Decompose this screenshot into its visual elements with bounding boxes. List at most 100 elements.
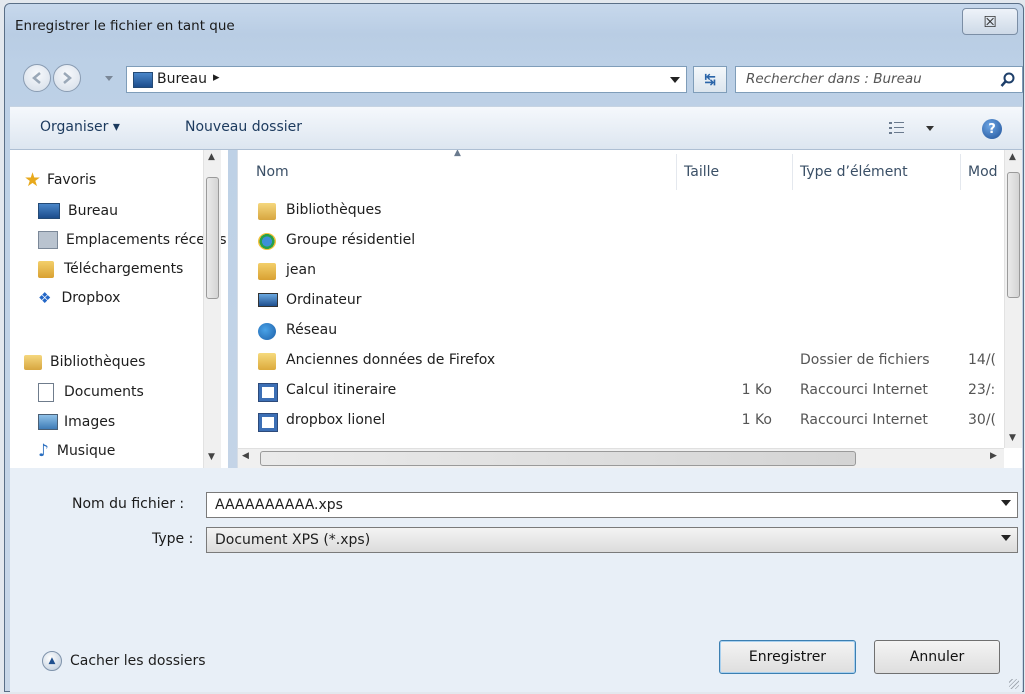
horizontal-scroll-thumb[interactable] (260, 451, 856, 466)
resize-grip-icon[interactable] (1009, 679, 1019, 689)
forward-arrow-icon (63, 72, 72, 84)
new-folder-button[interactable]: Nouveau dossier (185, 119, 302, 135)
column-divider[interactable] (676, 154, 677, 190)
filename-field[interactable]: AAAAAAAAAA.xps (206, 492, 1018, 518)
column-header-name[interactable]: Nom (256, 164, 289, 180)
navigation-pane: ★ Favoris Bureau Emplacements récents Té… (10, 150, 228, 468)
close-button[interactable]: ☒ (962, 8, 1018, 35)
nav-libraries[interactable]: Bibliothèques (24, 351, 145, 373)
scroll-up-icon: ▲ (208, 152, 215, 162)
library-icon (24, 354, 42, 370)
filetype-dropdown-icon[interactable] (1001, 535, 1011, 541)
file-row[interactable]: dropbox lionel 1 Ko Raccourci Internet 3… (254, 409, 1014, 435)
file-name: Réseau (286, 322, 338, 338)
nav-item-downloads[interactable]: Téléchargements (38, 258, 183, 280)
column-divider[interactable] (792, 154, 793, 190)
nav-item-documents[interactable]: Documents (38, 381, 144, 403)
file-list-vertical-scrollbar[interactable]: ▲ ▼ (1004, 150, 1022, 448)
nav-item-label: Musique (56, 443, 116, 459)
search-input[interactable]: Rechercher dans : Bureau (735, 66, 1023, 93)
nav-favorites-label: Favoris (47, 172, 97, 188)
dialog-title: Enregistrer le fichier en tant que (15, 18, 235, 34)
music-icon: ♪ (38, 441, 49, 461)
save-dialog: Enregistrer le fichier en tant que ☒ Bur… (4, 3, 1024, 692)
search-icon (1000, 72, 1015, 87)
address-location[interactable]: Bureau (157, 71, 207, 87)
cancel-button[interactable]: Annuler (874, 640, 1000, 674)
file-list: ▲ Nom Taille Type d’élément Modifié le B… (237, 150, 1022, 468)
navigation-scrollbar[interactable]: ▲ ▼ (203, 150, 221, 468)
downloads-icon (38, 260, 54, 278)
scroll-right-icon: ▶ (990, 451, 997, 461)
command-bar: Organiser ▾ Nouveau dossier (10, 106, 1022, 150)
column-header-type[interactable]: Type d’élément (800, 164, 908, 180)
filename-label: Nom du fichier : (72, 496, 185, 512)
refresh-icon: ↹ (704, 71, 716, 88)
column-divider[interactable] (960, 154, 961, 190)
file-type: Raccourci Internet (800, 382, 928, 398)
help-icon: ? (988, 121, 996, 137)
filename-value: AAAAAAAAAA.xps (215, 497, 343, 513)
navigation-scroll-thumb[interactable] (206, 177, 219, 299)
address-bar[interactable]: Bureau ▸ (126, 66, 687, 93)
filetype-select[interactable]: Document XPS (*.xps) (206, 527, 1018, 553)
collapse-icon: ▲ (42, 651, 62, 671)
view-options-button[interactable] (888, 117, 936, 139)
hide-folders-label: Cacher les dossiers (70, 653, 206, 669)
breadcrumb-arrow-icon[interactable]: ▸ (213, 70, 220, 85)
nav-item-dropbox[interactable]: ❖ Dropbox (38, 287, 120, 309)
file-name: Calcul itineraire (286, 382, 397, 398)
network-icon (258, 323, 276, 340)
filetype-value: Document XPS (*.xps) (215, 532, 371, 548)
nav-libraries-label: Bibliothèques (50, 354, 146, 370)
file-row[interactable]: Bibliothèques (254, 199, 1014, 225)
file-list-scroll-thumb[interactable] (1007, 172, 1020, 298)
hide-folders-toggle[interactable]: ▲ Cacher les dossiers (42, 650, 206, 672)
scroll-down-icon: ▼ (208, 452, 215, 462)
file-name: dropbox lionel (286, 412, 386, 428)
file-date: 14/( (968, 352, 996, 368)
nav-item-music[interactable]: ♪ Musique (38, 440, 115, 462)
dialog-footer: Nom du fichier : AAAAAAAAAA.xps Type : D… (10, 468, 1022, 692)
file-type: Dossier de fichiers (800, 352, 930, 368)
file-row[interactable]: Groupe résidentiel (254, 229, 1014, 255)
view-list-icon (889, 122, 904, 134)
file-row[interactable]: Anciennes données de Firefox Dossier de … (254, 349, 1014, 375)
file-row[interactable]: Calcul itineraire 1 Ko Raccourci Interne… (254, 379, 1014, 405)
desktop-icon (38, 203, 60, 219)
nav-item-label: Documents (64, 384, 144, 400)
forward-button[interactable] (53, 64, 81, 92)
save-button[interactable]: Enregistrer (719, 640, 856, 674)
file-size: 1 Ko (741, 412, 772, 428)
organize-button[interactable]: Organiser ▾ (40, 119, 120, 135)
refresh-button[interactable]: ↹ (693, 66, 727, 93)
internet-shortcut-icon (258, 383, 278, 402)
documents-icon (38, 382, 54, 402)
filename-dropdown-icon[interactable] (1001, 500, 1011, 506)
type-label: Type : (152, 531, 194, 547)
scroll-down-icon: ▼ (1009, 433, 1016, 443)
address-dropdown-icon[interactable] (670, 77, 680, 83)
help-button[interactable]: ? (982, 119, 1002, 139)
file-row[interactable]: jean (254, 259, 1014, 285)
file-list-horizontal-scrollbar[interactable]: ◀ ▶ (238, 448, 1004, 468)
view-dropdown-icon (926, 126, 934, 131)
back-button[interactable] (23, 64, 51, 92)
recent-locations-dropdown[interactable] (105, 76, 113, 81)
file-date: 30/( (968, 412, 996, 428)
column-header-modified[interactable]: Modifié le (968, 164, 998, 180)
recent-places-icon (38, 231, 58, 249)
nav-item-bureau[interactable]: Bureau (38, 200, 118, 222)
nav-item-images[interactable]: Images (38, 411, 115, 433)
column-header-size[interactable]: Taille (684, 164, 719, 180)
file-row[interactable]: Réseau (254, 319, 1014, 345)
file-name: Ordinateur (286, 292, 362, 308)
images-icon (38, 414, 58, 430)
scroll-left-icon: ◀ (242, 451, 249, 461)
nav-item-label: Bureau (68, 203, 118, 219)
nav-item-recent[interactable]: Emplacements récents (38, 229, 227, 251)
nav-favorites[interactable]: ★ Favoris (24, 169, 96, 191)
file-row[interactable]: Ordinateur (254, 289, 1014, 315)
internet-shortcut-icon (258, 413, 278, 432)
homegroup-icon (258, 233, 276, 250)
